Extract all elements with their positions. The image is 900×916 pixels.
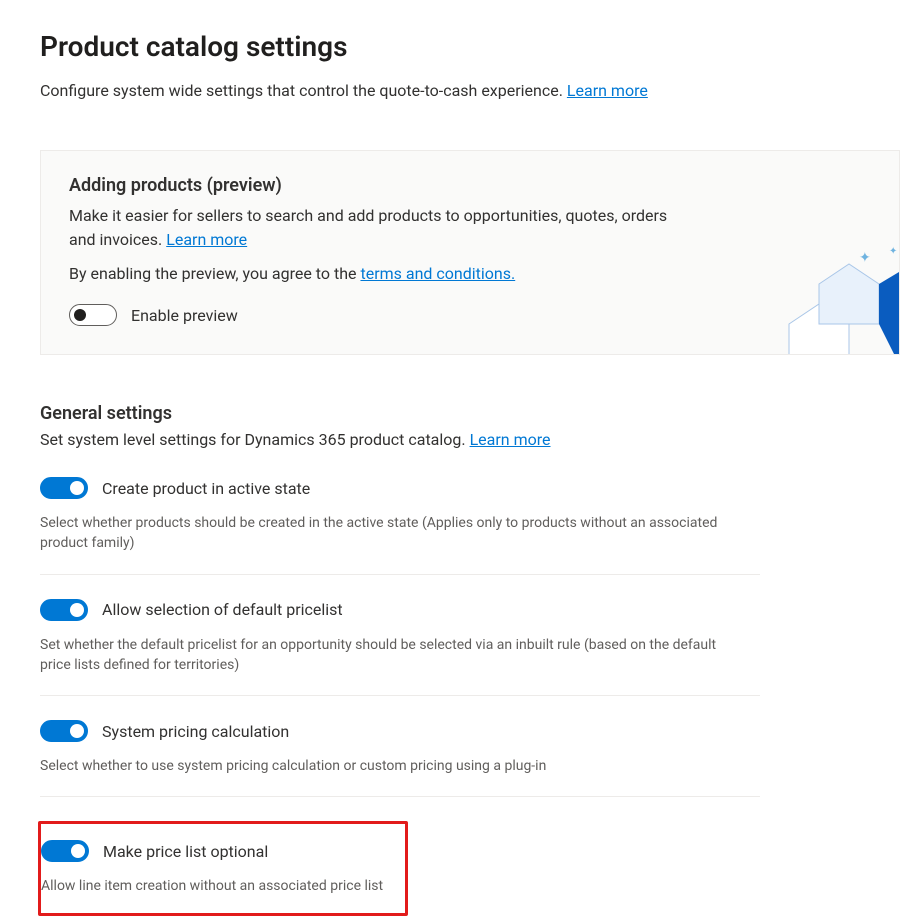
default-pricelist-label: Allow selection of default pricelist (102, 600, 343, 619)
create-active-state-toggle[interactable] (40, 477, 88, 499)
general-settings-title: General settings (40, 403, 900, 424)
setting-row: Create product in active state (40, 477, 760, 499)
create-active-state-label: Create product in active state (102, 479, 310, 498)
terms-and-conditions-link[interactable]: terms and conditions. (360, 264, 515, 283)
setting-default-pricelist: Allow selection of default pricelist Set… (40, 599, 760, 697)
default-pricelist-toggle[interactable] (40, 599, 88, 621)
adding-products-card: Adding products (preview) Make it easier… (40, 150, 900, 355)
create-active-state-desc: Select whether products should be create… (40, 513, 740, 554)
general-learn-more-link[interactable]: Learn more (470, 430, 551, 449)
svg-text:✦: ✦ (889, 246, 897, 257)
adding-products-line1-text: Make it easier for sellers to search and… (69, 206, 667, 249)
system-pricing-toggle[interactable] (40, 720, 88, 742)
price-list-optional-label: Make price list optional (103, 842, 268, 861)
adding-products-title: Adding products (preview) (69, 175, 871, 196)
enable-preview-toggle[interactable] (69, 304, 117, 326)
adding-products-learn-more-link[interactable]: Learn more (166, 230, 247, 249)
page-subtitle: Configure system wide settings that cont… (40, 81, 900, 100)
adding-products-illustration-icon: ✦ ✦ (769, 244, 900, 355)
setting-create-active-state: Create product in active state Select wh… (40, 477, 760, 575)
adding-products-line2: By enabling the preview, you agree to th… (69, 262, 689, 286)
setting-row: Allow selection of default pricelist (40, 599, 760, 621)
page-title: Product catalog settings (40, 30, 900, 63)
adding-products-line1: Make it easier for sellers to search and… (69, 204, 689, 252)
setting-row: System pricing calculation (40, 720, 760, 742)
adding-products-line2-prefix: By enabling the preview, you agree to th… (69, 264, 357, 283)
price-list-optional-toggle[interactable] (41, 840, 89, 862)
default-pricelist-desc: Set whether the default pricelist for an… (40, 635, 740, 676)
page-learn-more-link[interactable]: Learn more (567, 81, 648, 100)
enable-preview-label: Enable preview (131, 306, 238, 325)
price-list-optional-desc: Allow line item creation without an asso… (41, 876, 391, 896)
setting-row: Make price list optional (41, 840, 391, 862)
system-pricing-desc: Select whether to use system pricing cal… (40, 756, 740, 776)
general-settings-subtitle: Set system level settings for Dynamics 3… (40, 430, 900, 449)
svg-text:✦: ✦ (859, 250, 871, 266)
setting-system-pricing: System pricing calculation Select whethe… (40, 720, 760, 797)
general-settings-subtitle-text: Set system level settings for Dynamics 3… (40, 430, 466, 449)
system-pricing-label: System pricing calculation (102, 722, 289, 741)
enable-preview-row: Enable preview (69, 304, 871, 326)
highlighted-setting-box: Make price list optional Allow line item… (38, 821, 408, 915)
page-subtitle-text: Configure system wide settings that cont… (40, 81, 563, 100)
